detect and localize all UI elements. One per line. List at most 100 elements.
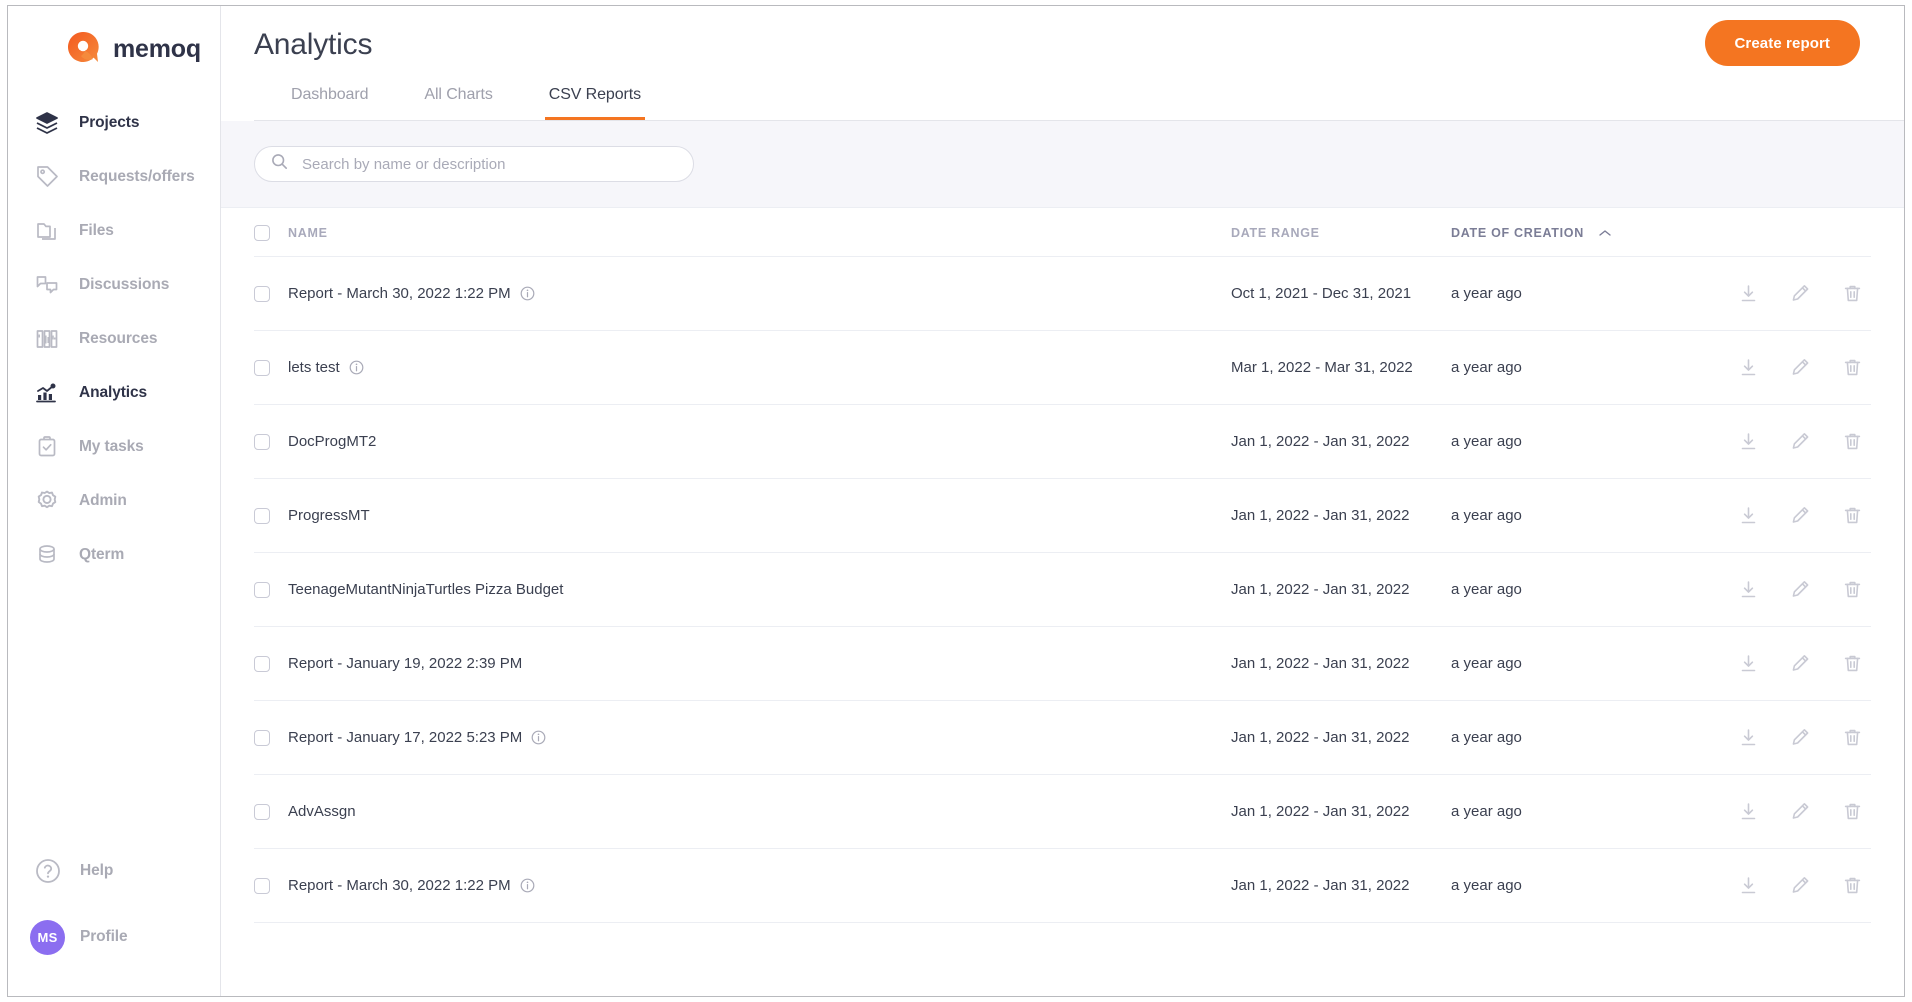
sidebar-item-profile[interactable]: MS Profile (8, 904, 220, 970)
page-header: Analytics Create report Dashboard All Ch… (221, 6, 1904, 121)
row-select-cell (254, 774, 288, 849)
row-select-cell (254, 404, 288, 479)
table-row[interactable]: Report - January 17, 2022 5:23 PM Jan 1,… (254, 700, 1871, 775)
table-header-row: NAME DATE RANGE DATE OF CREATION (254, 208, 1871, 257)
edit-icon[interactable] (1790, 727, 1811, 748)
sidebar-item-label: Help (80, 862, 114, 879)
delete-icon[interactable] (1842, 727, 1863, 748)
column-header-date-of-creation[interactable]: DATE OF CREATION (1451, 208, 1651, 257)
download-icon[interactable] (1738, 505, 1759, 526)
row-date-range: Jan 1, 2022 - Jan 31, 2022 (1231, 700, 1451, 775)
edit-icon[interactable] (1790, 505, 1811, 526)
info-icon[interactable] (520, 878, 535, 893)
sidebar-item-my-tasks[interactable]: My tasks (8, 420, 220, 474)
info-icon[interactable] (349, 360, 364, 375)
column-header-date-range[interactable]: DATE RANGE (1231, 208, 1451, 257)
row-checkbox[interactable] (254, 507, 270, 524)
search-icon (271, 153, 288, 175)
table-row[interactable]: AdvAssgn Jan 1, 2022 - Jan 31, 2022 a ye… (254, 774, 1871, 849)
row-checkbox[interactable] (254, 359, 270, 376)
download-icon[interactable] (1738, 653, 1759, 674)
sidebar-item-analytics[interactable]: Analytics (8, 366, 220, 420)
tab-dashboard[interactable]: Dashboard (287, 86, 372, 120)
info-icon[interactable] (531, 730, 546, 745)
row-actions-cell (1651, 552, 1871, 627)
info-icon[interactable] (520, 286, 535, 301)
tab-csv-reports[interactable]: CSV Reports (544, 86, 646, 120)
row-name-cell: Report - January 19, 2022 2:39 PM (288, 626, 1231, 701)
report-name: ProgressMT (288, 507, 370, 524)
help-icon (30, 856, 65, 886)
edit-icon[interactable] (1790, 579, 1811, 600)
sidebar-item-files[interactable]: Files (8, 204, 220, 258)
download-icon[interactable] (1738, 579, 1759, 600)
select-all-checkbox[interactable] (254, 225, 270, 241)
edit-icon[interactable] (1790, 801, 1811, 822)
column-header-actions (1651, 208, 1871, 257)
report-name: DocProgMT2 (288, 433, 377, 450)
row-date-of-creation: a year ago (1451, 774, 1651, 849)
sidebar-nav: Projects Requests/offers Files Discussio… (8, 96, 220, 582)
download-icon[interactable] (1738, 283, 1759, 304)
row-checkbox[interactable] (254, 433, 270, 450)
create-report-button[interactable]: Create report (1704, 20, 1860, 66)
table-row[interactable]: ProgressMT Jan 1, 2022 - Jan 31, 2022 a … (254, 478, 1871, 553)
sidebar-item-requests-offers[interactable]: Requests/offers (8, 150, 220, 204)
row-checkbox[interactable] (254, 803, 270, 820)
chat-icon (32, 270, 62, 300)
table-row[interactable]: lets test Mar 1, 2022 - Mar 31, 2022 a y… (254, 330, 1871, 405)
delete-icon[interactable] (1842, 505, 1863, 526)
download-icon[interactable] (1738, 357, 1759, 378)
row-checkbox[interactable] (254, 655, 270, 672)
row-date-of-creation: a year ago (1451, 626, 1651, 701)
download-icon[interactable] (1738, 431, 1759, 452)
page-title: Analytics (254, 28, 373, 61)
sidebar-item-resources[interactable]: Resources (8, 312, 220, 366)
sidebar-item-projects[interactable]: Projects (8, 96, 220, 150)
table-row[interactable]: Report - March 30, 2022 1:22 PM Oct 1, 2… (254, 256, 1871, 331)
row-checkbox[interactable] (254, 285, 270, 302)
gear-icon (32, 486, 62, 516)
column-header-name[interactable]: NAME (288, 208, 1231, 257)
search-box[interactable] (254, 146, 694, 182)
sidebar-item-help[interactable]: Help (8, 838, 220, 904)
edit-icon[interactable] (1790, 431, 1811, 452)
row-actions-cell (1651, 330, 1871, 405)
delete-icon[interactable] (1842, 653, 1863, 674)
edit-icon[interactable] (1790, 875, 1811, 896)
table-row[interactable]: TeenageMutantNinjaTurtles Pizza Budget J… (254, 552, 1871, 627)
library-icon (32, 324, 62, 354)
row-checkbox[interactable] (254, 581, 270, 598)
row-actions-cell (1651, 700, 1871, 775)
row-name-cell: Report - January 17, 2022 5:23 PM (288, 700, 1231, 775)
row-date-range: Jan 1, 2022 - Jan 31, 2022 (1231, 552, 1451, 627)
edit-icon[interactable] (1790, 283, 1811, 304)
delete-icon[interactable] (1842, 431, 1863, 452)
sidebar-item-qterm[interactable]: Qterm (8, 528, 220, 582)
row-date-of-creation: a year ago (1451, 700, 1651, 775)
delete-icon[interactable] (1842, 875, 1863, 896)
row-checkbox[interactable] (254, 877, 270, 894)
app-logo[interactable]: memoq (8, 6, 220, 92)
edit-icon[interactable] (1790, 653, 1811, 674)
table-row[interactable]: Report - January 19, 2022 2:39 PM Jan 1,… (254, 626, 1871, 701)
row-date-of-creation: a year ago (1451, 256, 1651, 331)
sidebar-item-discussions[interactable]: Discussions (8, 258, 220, 312)
sidebar-item-admin[interactable]: Admin (8, 474, 220, 528)
row-actions-cell (1651, 626, 1871, 701)
download-icon[interactable] (1738, 727, 1759, 748)
row-checkbox[interactable] (254, 729, 270, 746)
delete-icon[interactable] (1842, 579, 1863, 600)
table-row[interactable]: Report - March 30, 2022 1:22 PM Jan 1, 2… (254, 848, 1871, 923)
download-icon[interactable] (1738, 875, 1759, 896)
delete-icon[interactable] (1842, 801, 1863, 822)
tab-all-charts[interactable]: All Charts (420, 86, 496, 120)
edit-icon[interactable] (1790, 357, 1811, 378)
download-icon[interactable] (1738, 801, 1759, 822)
delete-icon[interactable] (1842, 357, 1863, 378)
table-row[interactable]: DocProgMT2 Jan 1, 2022 - Jan 31, 2022 a … (254, 404, 1871, 479)
folder-icon (32, 216, 62, 246)
csv-reports-table: NAME DATE RANGE DATE OF CREATION Report … (221, 208, 1904, 996)
delete-icon[interactable] (1842, 283, 1863, 304)
search-input[interactable] (300, 154, 677, 174)
